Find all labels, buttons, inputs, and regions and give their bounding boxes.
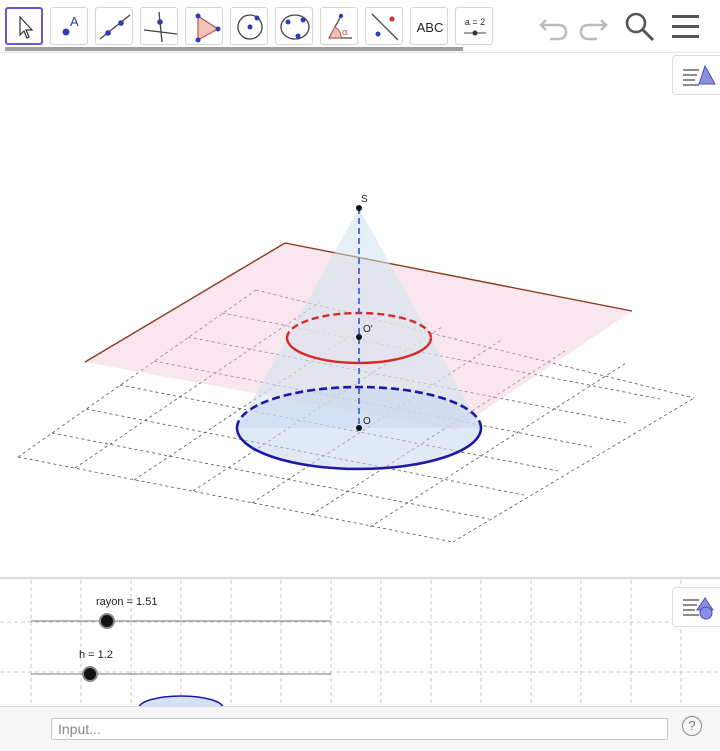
- slider-h-label: h = 1.2: [79, 649, 113, 661]
- move-tool-button[interactable]: [5, 7, 43, 45]
- circle-center-tool-button[interactable]: [230, 7, 268, 45]
- text-icon: ABC: [417, 20, 444, 35]
- line-tool-button[interactable]: [95, 7, 133, 45]
- angle-icon: α: [328, 13, 352, 39]
- style-bar-toggle-2d[interactable]: [672, 587, 720, 627]
- view-divider[interactable]: [0, 577, 720, 579]
- slider-tool-label: a = 2: [465, 17, 485, 27]
- circle-three-points-icon: [280, 14, 310, 40]
- point-o[interactable]: [356, 425, 362, 431]
- point-s[interactable]: [356, 205, 362, 211]
- point-tool-label: A: [70, 14, 79, 29]
- label-s: S: [361, 194, 368, 205]
- perpendicular-line-icon: [143, 11, 178, 43]
- polygon-tool-button[interactable]: [185, 7, 223, 45]
- slider-icon: a = 2: [464, 17, 486, 36]
- algebra-input-field[interactable]: [51, 718, 668, 740]
- redo-icon[interactable]: [575, 8, 611, 44]
- reflect-line-icon: [371, 13, 399, 41]
- text-tool-label: ABC: [417, 20, 444, 35]
- search-icon[interactable]: [621, 8, 657, 44]
- graphics-2d-view[interactable]: rayon = 1.51 h = 1.2: [0, 580, 720, 706]
- angle-tool-button[interactable]: α: [320, 7, 358, 45]
- base-circle-2d[interactable]: [138, 695, 224, 706]
- polygon-icon: [195, 13, 221, 43]
- circle-center-icon: [237, 14, 263, 40]
- style-bar-toggle-3d[interactable]: [672, 55, 720, 95]
- slider-tool-button[interactable]: a = 2: [455, 7, 493, 45]
- arrow-cursor-icon: [19, 15, 34, 39]
- toolbar-scroll-indicator: [5, 47, 463, 51]
- label-o-prime: O': [363, 324, 373, 335]
- point-o-prime[interactable]: [356, 334, 362, 340]
- toolbar: A α ABC a = 2: [0, 0, 720, 53]
- label-o: O: [363, 416, 371, 427]
- line-icon: [99, 14, 131, 40]
- perpendicular-line-tool-button[interactable]: [140, 7, 178, 45]
- help-icon[interactable]: ?: [682, 716, 702, 736]
- menu-icon[interactable]: [668, 8, 704, 44]
- point-tool-button[interactable]: A: [50, 7, 88, 45]
- angle-tool-label: α: [342, 28, 348, 38]
- circle-three-points-tool-button[interactable]: [275, 7, 313, 45]
- slider-h-handle[interactable]: [82, 666, 98, 682]
- style-bar-icon: [683, 64, 716, 86]
- point-icon: A: [62, 14, 79, 36]
- text-tool-button[interactable]: ABC: [410, 7, 448, 45]
- reflect-tool-button[interactable]: [365, 7, 403, 45]
- slider-rayon-handle[interactable]: [99, 613, 115, 629]
- graphics-3d-view[interactable]: S O' O: [0, 53, 720, 577]
- style-bar-icon: [683, 597, 714, 620]
- undo-icon[interactable]: [536, 8, 572, 44]
- input-bar: [0, 706, 720, 751]
- slider-rayon-label: rayon = 1.51: [96, 596, 158, 608]
- scene-3d[interactable]: S O' O: [0, 53, 720, 577]
